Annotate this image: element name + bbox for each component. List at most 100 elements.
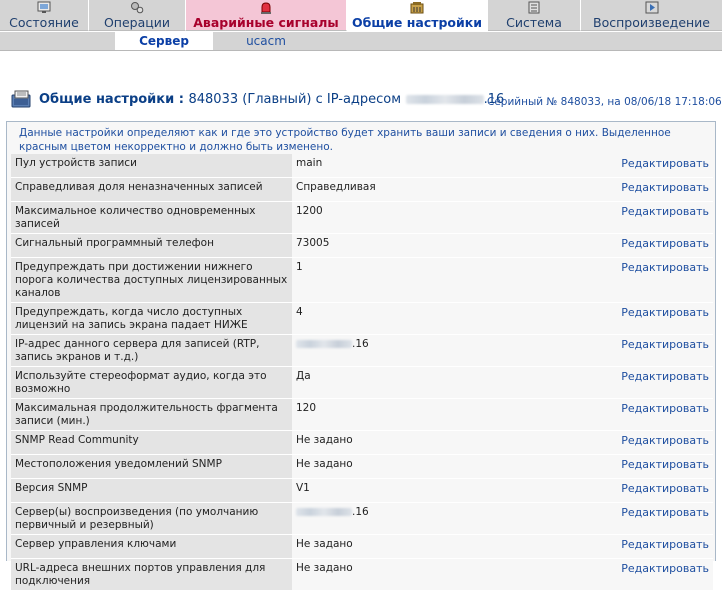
edit-cell: Редактировать: [615, 154, 713, 178]
ip-suffix: .16: [351, 506, 369, 518]
table-row: Справедливая доля неназначенных записей С…: [11, 177, 713, 202]
edit-link[interactable]: Редактировать: [621, 306, 709, 319]
setting-label: Предупреждать при достижении нижнего пор…: [11, 257, 292, 303]
ip-suffix: .16: [351, 338, 369, 350]
unit-description: 848033 (Главный) с IP-адресом: [188, 92, 402, 107]
status-icon: [37, 1, 51, 13]
table-row: Максимальное количество одновременных за…: [11, 201, 713, 234]
setting-label: Пул устройств записи: [11, 154, 292, 178]
edit-link[interactable]: Редактировать: [621, 506, 709, 519]
tab-status-label: Состояние: [9, 15, 79, 30]
tab-general-settings[interactable]: Общие настройки: [347, 0, 488, 31]
edit-link[interactable]: Редактировать: [621, 261, 709, 274]
table-row: Сигнальный программный телефон 73005 Редак…: [11, 233, 713, 258]
operations-icon: [131, 2, 144, 14]
table-row: Максимальная продолжительность фрагмента…: [11, 398, 713, 431]
main-tabs: Состояние Операции Аварийные сигналы Общ…: [0, 0, 722, 32]
setting-value: main: [291, 154, 616, 178]
settings-icon: [410, 2, 424, 14]
table-row: Используйте стереоформат аудио, когда эт…: [11, 366, 713, 399]
setting-value: 4: [291, 302, 616, 335]
setting-value: Не задано: [291, 454, 616, 479]
setting-label: SNMP Read Community: [11, 430, 292, 455]
system-icon: [528, 1, 540, 14]
edit-cell: Редактировать: [615, 478, 713, 503]
setting-label: Сигнальный программный телефон: [11, 233, 292, 258]
table-row: Местоположения уведомлений SNMP Не задано…: [11, 454, 713, 479]
edit-link[interactable]: Редактировать: [621, 434, 709, 447]
edit-link[interactable]: Редактировать: [621, 482, 709, 495]
redacted-ip: [295, 508, 352, 516]
tab-general-settings-label: Общие настройки: [351, 15, 483, 30]
edit-link[interactable]: Редактировать: [621, 538, 709, 551]
edit-cell: Редактировать: [615, 430, 713, 455]
table-row: Пул устройств записи main Редактировать: [11, 154, 713, 178]
edit-link[interactable]: Редактировать: [621, 237, 709, 250]
setting-label: Сервер(ы) воспроизведения (по умолчанию …: [11, 502, 292, 535]
edit-link[interactable]: Редактировать: [621, 402, 709, 415]
setting-value: Да: [291, 366, 616, 399]
edit-cell: Редактировать: [615, 534, 713, 559]
settings-table: Пул устройств записи main Редактировать Спр…: [11, 154, 713, 591]
setting-label: Справедливая доля неназначенных записей: [11, 177, 292, 202]
tab-status[interactable]: Состояние: [0, 0, 89, 31]
table-row: Предупреждать при достижении нижнего пор…: [11, 257, 713, 303]
edit-link[interactable]: Редактировать: [621, 157, 709, 170]
edit-link[interactable]: Редактировать: [621, 205, 709, 218]
tab-alarms-label: Аварийные сигналы: [193, 15, 339, 30]
setting-label: Сервер управления ключами: [11, 534, 292, 559]
setting-value: Не задано: [291, 534, 616, 559]
edit-link[interactable]: Редактировать: [621, 458, 709, 471]
setting-value: Не задано: [291, 558, 616, 591]
subtab-server[interactable]: Сервер: [115, 32, 213, 50]
tab-playback-label: Воспроизведение: [593, 15, 710, 30]
settings-page-icon: [11, 90, 31, 108]
alarm-icon: [261, 2, 271, 14]
setting-label: Используйте стереоформат аудио, когда эт…: [11, 366, 292, 399]
setting-value: 120: [291, 398, 616, 431]
subtab-ucacm[interactable]: ucacm: [218, 32, 314, 50]
setting-value: 73005: [291, 233, 616, 258]
page-title-label: Общие настройки :: [39, 92, 184, 107]
setting-value: .16: [291, 502, 616, 535]
table-row: Предупреждать, когда число доступных лиц…: [11, 302, 713, 335]
edit-cell: Редактировать: [615, 257, 713, 303]
serial-info: Серийный № 848033, на 08/06/18 17:18:06: [487, 96, 722, 108]
tab-operations[interactable]: Операции: [89, 0, 186, 31]
setting-value: 1: [291, 257, 616, 303]
setting-label: Предупреждать, когда число доступных лиц…: [11, 302, 292, 335]
table-row: URL-адреса внешних портов управления для…: [11, 558, 713, 591]
table-row: Сервер управления ключами Не задано Редакт…: [11, 534, 713, 559]
settings-panel: Данные настройки определяют как и где эт…: [6, 121, 716, 591]
edit-cell: Редактировать: [615, 302, 713, 335]
setting-label: Версия SNMP: [11, 478, 292, 503]
table-row: SNMP Read Community Не задано Редактироват…: [11, 430, 713, 455]
setting-value: Справедливая: [291, 177, 616, 202]
tab-operations-label: Операции: [103, 15, 171, 30]
edit-cell: Редактировать: [615, 454, 713, 479]
edit-link[interactable]: Редактировать: [621, 562, 709, 575]
edit-cell: Редактировать: [615, 233, 713, 258]
tab-system[interactable]: Система: [488, 0, 581, 31]
edit-cell: Редактировать: [615, 398, 713, 431]
setting-value: V1: [291, 478, 616, 503]
setting-label: Максимальная продолжительность фрагмента…: [11, 398, 292, 431]
tab-alarms[interactable]: Аварийные сигналы: [186, 0, 347, 31]
table-row: IP-адрес данного сервера для записей (RT…: [11, 334, 713, 367]
edit-link[interactable]: Редактировать: [621, 338, 709, 351]
edit-cell: Редактировать: [615, 558, 713, 591]
setting-label: Максимальное количество одновременных за…: [11, 201, 292, 234]
sub-tabs: Сервер ucacm: [0, 32, 722, 51]
redacted-ip: [405, 95, 484, 104]
settings-description: Данные настройки определяют как и где эт…: [19, 127, 671, 153]
playback-icon: [645, 1, 658, 14]
setting-label: IP-адрес данного сервера для записей (RT…: [11, 334, 292, 367]
tab-system-label: Система: [506, 15, 562, 30]
edit-link[interactable]: Редактировать: [621, 370, 709, 383]
edit-cell: Редактировать: [615, 177, 713, 202]
edit-link[interactable]: Редактировать: [621, 181, 709, 194]
page-title: Общие настройки : 848033 (Главный) с IP-…: [39, 92, 504, 107]
tab-playback[interactable]: Воспроизведение: [581, 0, 722, 31]
edit-cell: Редактировать: [615, 502, 713, 535]
table-row: Сервер(ы) воспроизведения (по умолчанию …: [11, 502, 713, 535]
